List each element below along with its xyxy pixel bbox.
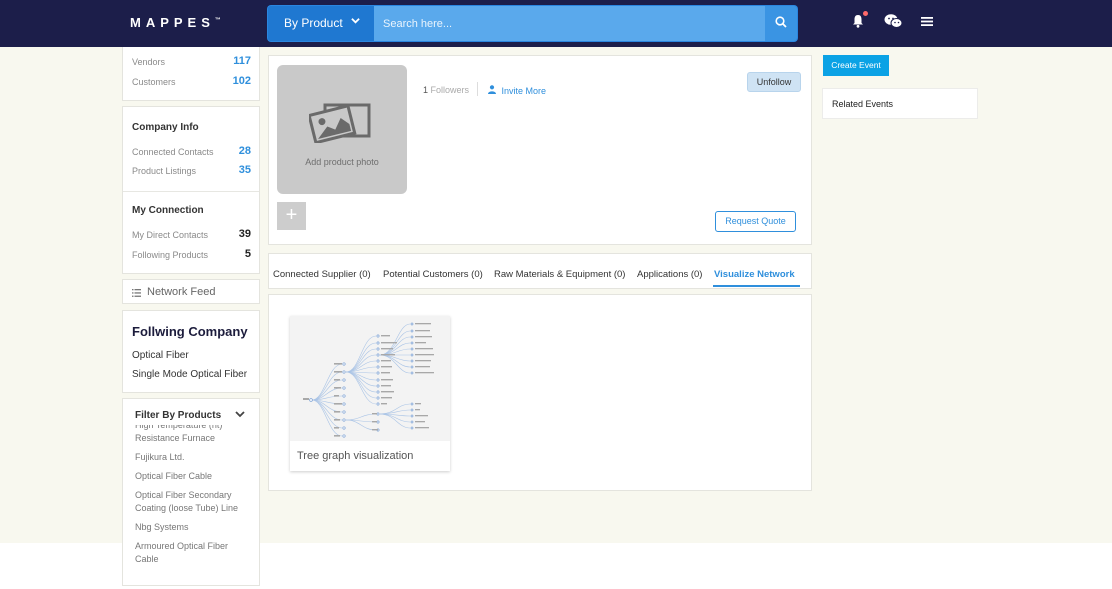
followers-number: 1 [423,85,429,95]
image-placeholder-icon [307,99,371,148]
stat-value: 28 [238,145,251,157]
product-card: Add product photo + 1 Followers Invite M… [268,55,812,245]
stat-value: 5 [244,248,251,260]
stat-label: My Direct Contacts [132,230,209,240]
stat-following-products[interactable]: Following Products 5 [132,248,251,260]
filter-products-card: Filter By Products High Temperature (ht)… [122,398,260,586]
filter-item[interactable]: High Temperature (ht) Resistance Furnace [135,425,253,445]
chevron-down-icon [351,16,360,28]
stat-vendors[interactable]: Vendors 117 [132,55,251,67]
tab-potential-customers[interactable]: Potential Customers (0) [383,269,483,280]
wechat-icon[interactable] [884,13,903,34]
stat-label: Vendors [132,57,166,67]
add-photo-button[interactable]: + [277,202,306,230]
visualize-network-panel: Tree graph visualization [268,294,812,491]
search-icon [775,15,787,33]
search-button[interactable] [765,6,797,41]
unfollow-button[interactable]: Unfollow [747,72,801,92]
tab-applications[interactable]: Applications (0) [637,269,702,280]
invite-more-label: Invite More [501,86,547,96]
stat-value: 102 [232,75,251,87]
company-info-card: Company Info Connected Contacts 28 Produ… [122,106,260,274]
related-events-panel: Related Events [822,88,978,119]
search-category-label: By Product [284,16,343,30]
stat-direct-contacts[interactable]: My Direct Contacts 39 [132,228,251,240]
stat-value: 35 [238,164,251,176]
tree-graph-card[interactable]: Tree graph visualization [290,316,450,471]
stat-value: 117 [233,55,251,67]
notification-dot [863,11,868,16]
stat-label: Customers [132,77,176,87]
request-quote-button[interactable]: Request Quote [715,211,796,232]
company-info-title: Company Info [132,122,199,133]
search-bar: By Product [268,6,797,41]
filter-item[interactable]: Fujikura Ltd. [135,451,253,464]
top-header: MAPPES™ By Product [0,0,1112,47]
tree-graph-label: Tree graph visualization [297,450,414,462]
mappes-logo[interactable]: MAPPES™ [130,15,221,30]
hamburger-menu-icon[interactable] [921,14,933,32]
tab-raw-materials-equipment[interactable]: Raw Materials & Equipment (0) [494,269,625,280]
filter-item[interactable]: Optical Fiber Secondary Coating (loose T… [135,489,253,515]
tab-connected-supplier[interactable]: Connected Supplier (0) [273,269,371,280]
stat-label: Following Products [132,250,209,260]
following-company-title: Follwing Company [132,324,248,339]
active-tab-indicator [713,285,800,287]
following-company-item[interactable]: Optical Fiber [132,350,189,361]
bell-icon[interactable] [852,14,864,33]
section-divider [123,191,259,192]
network-feed-label: Network Feed [147,286,216,298]
stat-label: Connected Contacts [132,147,214,157]
logo-text: MAPPES [130,15,215,30]
filter-product-list[interactable]: High Temperature (ht) Resistance Furnace… [135,425,253,571]
filter-item[interactable]: Armoured Optical Fiber Cable [135,540,253,566]
stat-product-listings[interactable]: Product Listings 35 [132,164,251,176]
vendor-stats-card: Vendors 117 Customers 102 [122,47,260,101]
chevron-down-icon[interactable] [235,410,245,420]
following-company-item[interactable]: Single Mode Optical Fiber [132,369,247,380]
my-connection-title: My Connection [132,205,204,216]
product-photo-placeholder[interactable]: Add product photo [277,65,407,194]
filter-title: Filter By Products [135,410,222,421]
add-photo-label: Add product photo [305,157,379,167]
search-input[interactable] [374,6,765,41]
network-feed-link[interactable]: Network Feed [122,279,260,304]
stat-connected-contacts[interactable]: Connected Contacts 28 [132,145,251,157]
stat-value: 39 [238,228,251,240]
list-icon [132,288,141,297]
followers-label: Followers [430,85,470,95]
logo-trademark: ™ [214,17,221,24]
filter-item[interactable]: Optical Fiber Cable [135,470,253,483]
search-category-select[interactable]: By Product [268,6,374,41]
user-icon [488,85,499,96]
followers-count: 1 Followers [423,85,469,95]
create-event-button[interactable]: Create Event [823,55,889,76]
product-tabs: Connected Supplier (0) Potential Custome… [268,253,812,289]
invite-more-link[interactable]: Invite More [488,85,546,96]
tree-graph-image [303,322,434,438]
stat-label: Product Listings [132,166,197,176]
following-company-card: Follwing Company Optical Fiber Single Mo… [122,310,260,393]
related-events-title: Related Events [832,99,894,109]
tab-visualize-network[interactable]: Visualize Network [714,269,795,280]
filter-item[interactable]: Nbg Systems [135,521,253,534]
stat-customers[interactable]: Customers 102 [132,75,251,87]
tree-graph-thumbnail [290,316,450,441]
vertical-divider [477,82,478,96]
